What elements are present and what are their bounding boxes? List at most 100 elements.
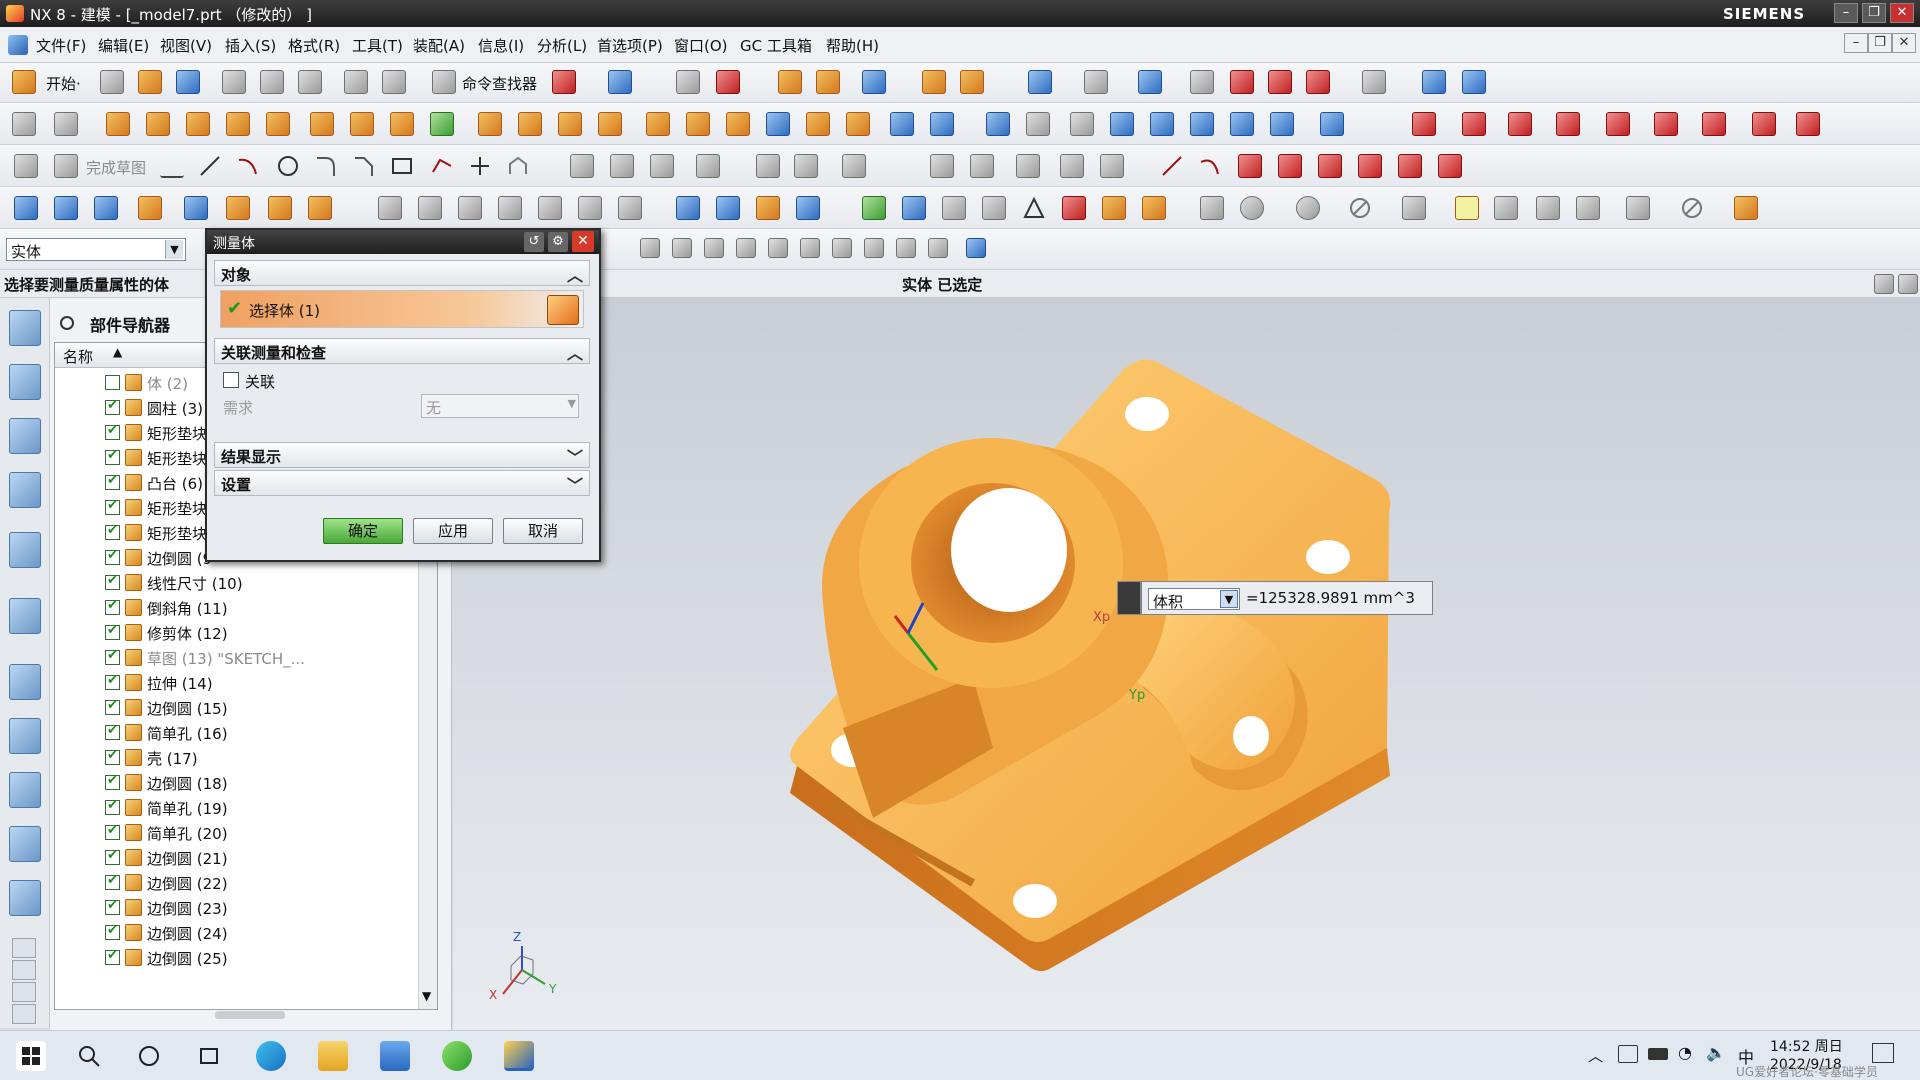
new-file-icon[interactable] xyxy=(100,70,124,94)
type-filter-dropdown[interactable]: 实体 ▼ xyxy=(6,238,186,261)
pad-icon[interactable] xyxy=(478,112,502,136)
blank-icon[interactable] xyxy=(268,196,292,220)
part-model[interactable] xyxy=(453,298,1920,1030)
cut-icon[interactable] xyxy=(222,70,246,94)
make-coplanar-icon[interactable] xyxy=(1702,112,1726,136)
chamfer-sketch-icon[interactable] xyxy=(352,154,376,178)
select-body-row[interactable]: ✔ 选择体 (1) xyxy=(220,290,584,328)
history-icon[interactable] xyxy=(9,664,41,700)
chevron-down-icon[interactable]: ﹀ xyxy=(567,472,583,496)
tree-item[interactable]: 倒斜角 (11) xyxy=(55,595,415,620)
pocket-icon[interactable] xyxy=(390,112,414,136)
tree-item[interactable]: 草图 (13) "SKETCH_... xyxy=(55,645,415,670)
polygon-icon[interactable] xyxy=(430,154,454,178)
rectangle-icon[interactable] xyxy=(390,154,414,178)
sphere-icon[interactable] xyxy=(266,112,290,136)
menu-format[interactable]: 格式(R) xyxy=(288,35,340,56)
sphere-shade-icon[interactable] xyxy=(1200,196,1224,220)
snap-cube-icon[interactable] xyxy=(966,238,986,258)
visibility-checkbox[interactable] xyxy=(105,648,120,665)
start-icon[interactable] xyxy=(12,70,36,94)
reorder-icon[interactable] xyxy=(498,196,522,220)
menu-preferences[interactable]: 首选项(P) xyxy=(597,35,663,56)
groove-icon[interactable] xyxy=(558,112,582,136)
new-component-icon[interactable] xyxy=(1102,196,1126,220)
shell-icon[interactable] xyxy=(726,112,750,136)
trim-body-icon[interactable] xyxy=(766,112,790,136)
pin-icon[interactable] xyxy=(60,316,74,330)
measure-angle-icon[interactable] xyxy=(960,70,984,94)
orient-icon[interactable] xyxy=(1462,70,1486,94)
horizontal-scroll-thumb[interactable] xyxy=(215,1011,285,1019)
finish-sketch-icon[interactable] xyxy=(54,154,78,178)
wcs-icon[interactable] xyxy=(716,70,740,94)
scroll-down-button[interactable] xyxy=(12,982,36,1002)
scroll-down-arrow-icon[interactable]: ▼ xyxy=(422,989,431,1003)
visibility-checkbox[interactable] xyxy=(105,573,120,590)
menu-file[interactable]: 文件(F) xyxy=(36,35,86,56)
pattern-curve-icon[interactable] xyxy=(1060,154,1084,178)
visibility-checkbox[interactable] xyxy=(105,473,120,490)
associative-checkbox[interactable] xyxy=(223,372,239,388)
analysis-icon[interactable] xyxy=(902,196,926,220)
tray-up-arrow-icon[interactable]: ︿ xyxy=(1588,1045,1603,1066)
edit-feature-icon[interactable] xyxy=(418,196,442,220)
arc-icon[interactable] xyxy=(236,154,260,178)
mirror-icon[interactable] xyxy=(930,112,954,136)
scroll-top-button[interactable] xyxy=(12,938,36,958)
doc-close-button[interactable]: ✕ xyxy=(1892,33,1916,53)
paste-icon[interactable] xyxy=(298,70,322,94)
suppress-icon[interactable] xyxy=(538,196,562,220)
pull-face-icon[interactable] xyxy=(1462,112,1486,136)
no-entry-icon-2[interactable] xyxy=(1680,196,1704,220)
point-icon[interactable] xyxy=(468,154,492,178)
sew-icon[interactable] xyxy=(1150,112,1174,136)
floor-icon[interactable] xyxy=(1536,196,1560,220)
profile-icon[interactable] xyxy=(160,154,184,178)
arc-curve-icon[interactable] xyxy=(1198,154,1222,178)
corner-icon[interactable] xyxy=(650,154,674,178)
tree-item[interactable]: 边倒圆 (23) xyxy=(55,895,415,920)
menu-window[interactable]: 窗口(O) xyxy=(674,35,728,56)
pipe-icon[interactable] xyxy=(716,196,740,220)
assoc-section-header[interactable]: 关联测量和检查 ︿ xyxy=(214,338,590,364)
fillet-icon[interactable] xyxy=(314,154,338,178)
chamfer-icon[interactable] xyxy=(686,112,710,136)
menu-info[interactable]: 信息(I) xyxy=(478,35,524,56)
gear-group-icon[interactable] xyxy=(1142,196,1166,220)
tree-item[interactable]: 边倒圆 (25) xyxy=(55,945,415,970)
roles-icon[interactable] xyxy=(9,880,41,916)
tree-item[interactable]: 线性尺寸 (10) xyxy=(55,570,415,595)
iso-view-icon[interactable] xyxy=(1268,70,1292,94)
trim-icon[interactable] xyxy=(570,154,594,178)
replay-icon[interactable] xyxy=(618,196,642,220)
menu-edit[interactable]: 编辑(E) xyxy=(98,35,149,56)
edge-display-icon[interactable] xyxy=(1190,70,1214,94)
motion-icon[interactable] xyxy=(862,70,886,94)
check-geometry-icon[interactable] xyxy=(862,196,886,220)
resize-blend-icon[interactable] xyxy=(1654,112,1678,136)
snap-pole-icon[interactable] xyxy=(928,238,948,258)
chevron-down-icon[interactable]: ▼ xyxy=(568,397,576,410)
replace-face-icon[interactable] xyxy=(1556,112,1580,136)
snap-quadrant-icon[interactable] xyxy=(832,238,852,258)
highlight-icon[interactable] xyxy=(1455,196,1479,220)
scroll-up-button[interactable] xyxy=(12,960,36,980)
apply-button[interactable]: 应用 xyxy=(413,518,493,544)
text-curve-icon[interactable] xyxy=(1318,154,1342,178)
selection-icon[interactable] xyxy=(608,70,632,94)
visibility-checkbox[interactable] xyxy=(105,898,120,915)
binoculars-icon[interactable] xyxy=(432,70,456,94)
through-curves-icon[interactable] xyxy=(1270,112,1294,136)
mirror-curve-icon[interactable] xyxy=(1016,154,1040,178)
visibility-checkbox[interactable] xyxy=(105,823,120,840)
view-cube-icon[interactable] xyxy=(1230,70,1254,94)
draft-icon[interactable] xyxy=(806,112,830,136)
boss-icon[interactable] xyxy=(350,112,374,136)
tree-item[interactable]: 边倒圆 (24) xyxy=(55,920,415,945)
reattach-icon[interactable] xyxy=(930,154,954,178)
tree-item[interactable]: 边倒圆 (18) xyxy=(55,770,415,795)
constraints-icon[interactable] xyxy=(696,154,720,178)
visibility-checkbox[interactable] xyxy=(105,798,120,815)
finish-sketch-button[interactable]: 完成草图 xyxy=(86,157,146,178)
